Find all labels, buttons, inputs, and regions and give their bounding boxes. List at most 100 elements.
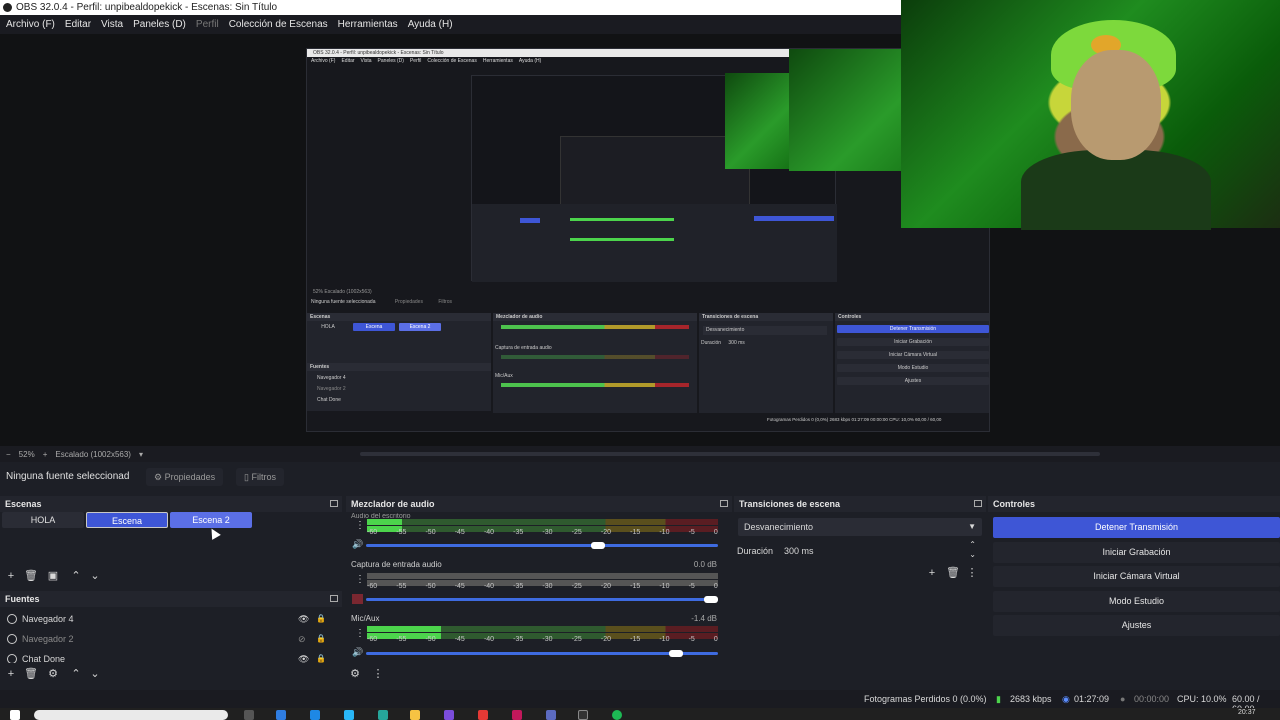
volume-slider[interactable] bbox=[366, 652, 718, 655]
channel-db: -1.4 dB bbox=[691, 614, 717, 623]
trash-icon[interactable]: 🗑 bbox=[946, 567, 960, 579]
task-view-icon[interactable] bbox=[244, 710, 254, 720]
settings-button[interactable]: Ajustes bbox=[993, 615, 1280, 636]
source-item[interactable]: Navegador 4 👁 🔒 bbox=[0, 609, 338, 629]
app-icon[interactable] bbox=[444, 710, 454, 720]
trash-icon[interactable]: 🗑 bbox=[24, 570, 38, 582]
add-source-icon[interactable]: + bbox=[5, 668, 17, 680]
studio-mode-button[interactable]: Modo Estudio bbox=[993, 591, 1280, 612]
nested-zoom-value: 52% bbox=[313, 289, 324, 295]
volume-slider-handle[interactable] bbox=[668, 650, 683, 657]
meter-scale: -60 -55 -50 -45 -40 -35 -30 -25 -20 -15 -10 -5 0 bbox=[367, 583, 718, 590]
channel-name: Mic/Aux bbox=[351, 614, 380, 623]
volume-slider[interactable] bbox=[366, 544, 718, 547]
kebab-menu-icon[interactable]: ⋮ bbox=[355, 520, 365, 532]
nested-no-source: Ninguna fuente seleccionada bbox=[311, 299, 376, 305]
app-icon[interactable] bbox=[344, 710, 354, 720]
transition-select[interactable]: Desvanecimiento ▼ bbox=[738, 518, 982, 536]
volume-slider[interactable] bbox=[366, 598, 718, 601]
duration-spinbox[interactable]: 300 ms ⌃ ⌄ bbox=[780, 540, 982, 560]
speaker-icon[interactable]: 🔊 bbox=[352, 539, 363, 549]
menu-perfil[interactable]: Perfil bbox=[196, 19, 219, 30]
properties-label: Propiedades bbox=[164, 472, 216, 482]
lock-icon[interactable]: 🔒 bbox=[316, 634, 326, 644]
scenes-dock: Escenas HOLA Escena Escena 2 + 🗑 ▣ ⌃ ⌄ bbox=[0, 496, 342, 590]
nested-duration-value: 300 ms bbox=[728, 340, 745, 346]
meter-tick-label: -25 bbox=[571, 529, 582, 536]
volume-slider-handle[interactable] bbox=[591, 542, 606, 549]
meter-tick-label: 0 bbox=[713, 529, 718, 536]
cpu-usage: CPU: 10.0% bbox=[1177, 694, 1227, 704]
menu-coleccion[interactable]: Colección de Escenas bbox=[229, 19, 328, 30]
menu-archivo[interactable]: Archivo (F) bbox=[6, 19, 55, 30]
scene-hola[interactable]: HOLA bbox=[2, 512, 84, 528]
obs-taskbar-icon[interactable] bbox=[578, 710, 588, 720]
mixer-menu-icon[interactable]: ⋮ bbox=[372, 668, 384, 680]
source-item[interactable]: Chat Done 👁 🔒 bbox=[0, 649, 338, 663]
scene-escena[interactable]: Escena bbox=[86, 512, 168, 528]
taskbar-search-box[interactable] bbox=[34, 710, 228, 720]
add-transition-icon[interactable]: + bbox=[926, 567, 938, 579]
volume-slider-handle[interactable] bbox=[704, 596, 718, 603]
nested-mixer-title: Mezclador de audio bbox=[493, 313, 697, 321]
zoom-out-button[interactable]: − bbox=[6, 450, 11, 459]
meter-tick-label: -15 bbox=[630, 529, 641, 536]
menu-paneles[interactable]: Paneles (D) bbox=[133, 19, 186, 30]
meter-tick-label: -5 bbox=[688, 583, 695, 590]
app-icon[interactable] bbox=[478, 710, 488, 720]
preview-horizontal-scrollbar[interactable] bbox=[360, 452, 1100, 456]
start-recording-button[interactable]: Iniciar Grabación bbox=[993, 542, 1280, 563]
menu-ayuda[interactable]: Ayuda (H) bbox=[408, 19, 453, 30]
source-item[interactable]: Navegador 2 ⊘ 🔒 bbox=[0, 629, 338, 649]
spin-arrows-icon[interactable]: ⌃ ⌄ bbox=[969, 540, 976, 560]
eye-hidden-icon[interactable]: ⊘ bbox=[298, 634, 308, 644]
scene-filters-icon[interactable]: ▣ bbox=[47, 570, 59, 582]
meter-tick-label: -50 bbox=[425, 529, 436, 536]
add-scene-icon[interactable]: + bbox=[5, 570, 17, 582]
filters-button[interactable]: ▯ Filtros bbox=[236, 468, 284, 486]
scene-escena-2[interactable]: Escena 2 bbox=[170, 512, 252, 528]
move-up-icon[interactable]: ⌃ bbox=[70, 668, 82, 680]
move-down-icon[interactable]: ⌄ bbox=[89, 570, 101, 582]
advanced-audio-icon[interactable]: ⚙ bbox=[349, 668, 361, 680]
undock-icon[interactable] bbox=[330, 595, 338, 602]
stop-streaming-button[interactable]: Detener Transmisión bbox=[993, 517, 1280, 538]
transitions-title: Transiciones de escena bbox=[739, 499, 841, 509]
channel-name: Audio del escritorio bbox=[351, 513, 411, 518]
undock-icon[interactable] bbox=[974, 500, 982, 507]
move-up-icon[interactable]: ⌃ bbox=[70, 570, 82, 582]
kebab-menu-icon[interactable]: ⋮ bbox=[355, 628, 365, 640]
start-virtual-camera-button[interactable]: Iniciar Cámara Virtual bbox=[993, 566, 1280, 587]
spotify-icon[interactable] bbox=[612, 710, 622, 720]
lock-icon[interactable]: 🔒 bbox=[316, 614, 326, 624]
source-properties-icon[interactable]: ⚙ bbox=[47, 668, 59, 680]
undock-icon[interactable] bbox=[720, 500, 728, 507]
app-icon[interactable] bbox=[546, 710, 556, 720]
lock-icon[interactable]: 🔒 bbox=[316, 654, 326, 663]
kebab-menu-icon[interactable]: ⋮ bbox=[355, 574, 365, 586]
zoom-in-button[interactable]: + bbox=[43, 450, 48, 459]
nested-controls-dock: Controles Detener Transmisión Iniciar Gr… bbox=[835, 313, 989, 413]
transition-menu-icon[interactable]: ⋮ bbox=[966, 567, 978, 579]
scale-dropdown-icon[interactable]: ▾ bbox=[139, 450, 143, 459]
menu-editar[interactable]: Editar bbox=[65, 19, 91, 30]
menu-herramientas[interactable]: Herramientas bbox=[338, 19, 398, 30]
store-icon[interactable] bbox=[378, 710, 388, 720]
menu-vista[interactable]: Vista bbox=[101, 19, 123, 30]
folder-icon[interactable] bbox=[410, 710, 420, 720]
gear-icon: ⚙ bbox=[154, 472, 165, 482]
speaker-icon[interactable]: 🔊 bbox=[352, 647, 363, 657]
properties-button[interactable]: ⚙ Propiedades bbox=[146, 468, 224, 486]
meter-tick-label: -5 bbox=[688, 636, 695, 643]
muted-speaker-icon[interactable] bbox=[352, 594, 363, 604]
app-icon[interactable] bbox=[512, 710, 522, 720]
eye-icon[interactable]: 👁 bbox=[298, 654, 309, 663]
undock-icon[interactable] bbox=[330, 500, 338, 507]
trash-icon[interactable]: 🗑 bbox=[24, 668, 38, 680]
nested-menu-item: Herramientas bbox=[482, 58, 513, 64]
move-down-icon[interactable]: ⌄ bbox=[89, 668, 101, 680]
eye-icon[interactable]: 👁 bbox=[298, 614, 309, 624]
windows-start-icon[interactable] bbox=[10, 710, 20, 720]
edge-icon[interactable] bbox=[276, 710, 286, 720]
app-icon[interactable] bbox=[310, 710, 320, 720]
